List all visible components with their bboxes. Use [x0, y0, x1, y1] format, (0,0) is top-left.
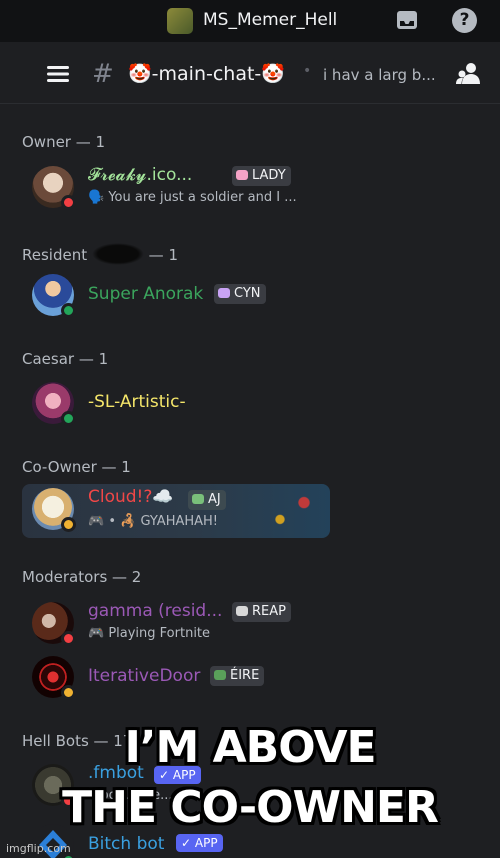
member-status: 🎮 Playing Fortnite [88, 626, 211, 641]
role-tag-label: AJ [208, 492, 221, 507]
status-online-icon [61, 303, 76, 318]
header-separator: • [303, 63, 312, 79]
profile-banner-art [262, 490, 322, 532]
channel-hash-icon: # [92, 59, 114, 89]
role-tag: REAP [232, 602, 291, 622]
member-name: Cloud!?☁️ [88, 487, 174, 507]
section-resident-prefix: Resident [22, 246, 88, 264]
menu-icon[interactable] [47, 66, 69, 82]
section-caesar-title: Caesar — 1 [22, 350, 109, 368]
member-name: gamma (resid... [88, 601, 223, 621]
member-name: 𝓕𝓻𝓮𝓪𝓴𝔂.ico... [88, 165, 193, 185]
status-idle-icon [61, 685, 76, 700]
skull-icon [236, 606, 248, 616]
member-iterativedoor[interactable]: IterativeDoor ÉIRE [22, 652, 332, 704]
help-icon[interactable]: ? [452, 8, 477, 33]
heart-icon [218, 288, 230, 298]
server-icon[interactable] [167, 8, 193, 34]
member-status: 🗣️ You are just a soldier and I ... [88, 190, 297, 205]
role-tag-label: REAP [252, 604, 286, 619]
role-tag-label: ÉIRE [230, 668, 260, 683]
channel-name[interactable]: 🤡-main-chat-🤡 [128, 62, 285, 85]
app-tag: ✓ APP [176, 834, 223, 852]
role-tag: LADY [232, 166, 291, 186]
watermark: imgflip.com [6, 842, 71, 855]
shamrock-icon [214, 670, 226, 680]
member-name: Super Anorak [88, 284, 204, 304]
heart-icon [236, 170, 248, 180]
role-tag-label: CYN [234, 286, 261, 301]
member-name: Bitch bot [88, 834, 165, 854]
section-resident-title: Resident — 1 [22, 243, 178, 265]
section-moderators-title: Moderators — 2 [22, 568, 142, 586]
member-name: -SL-Artistic- [88, 392, 186, 412]
meme-caption-line-2: THE CO-OWNER [62, 782, 439, 833]
role-tag: ÉIRE [210, 666, 265, 686]
server-name[interactable]: MS_Memer_Hell [203, 10, 337, 30]
section-coowner-title: Co-Owner — 1 [22, 458, 131, 476]
section-resident-count: — 1 [148, 246, 178, 264]
role-tag-label: LADY [252, 168, 286, 183]
member-status: 🎮 • 🦂 GYAHAHAH! [88, 514, 219, 529]
section-owner-title: Owner — 1 [22, 133, 106, 151]
member-cloud[interactable]: Cloud!?☁️ AJ 🎮 • 🦂 GYAHAHAH! [22, 484, 330, 538]
leaf-icon [192, 494, 204, 504]
member-sl-artistic[interactable]: -SL-Artistic- [22, 378, 332, 430]
status-dnd-icon [61, 631, 76, 646]
channel-topic[interactable]: i hav a larg b... [323, 66, 436, 84]
role-tag: AJ [188, 490, 226, 510]
status-idle-icon [61, 517, 76, 532]
status-dnd-icon [61, 195, 76, 210]
role-tag: CYN [214, 284, 266, 304]
member-name: IterativeDoor [88, 666, 201, 686]
channel-header: # 🤡-main-chat-🤡 • i hav a larg b... [0, 42, 500, 104]
scribble-redaction [91, 243, 144, 265]
inbox-icon[interactable] [396, 10, 418, 30]
member-gamma[interactable]: gamma (resid... REAP 🎮 Playing Fortnite [22, 598, 332, 650]
members-icon[interactable] [456, 62, 482, 86]
status-online-icon [61, 411, 76, 426]
member-freaky[interactable]: 𝓕𝓻𝓮𝓪𝓴𝔂.ico... LADY 🗣️ You are just a sol… [22, 162, 332, 214]
meme-caption-line-1: I’M ABOVE [124, 722, 376, 773]
server-top-bar: MS_Memer_Hell ? [0, 0, 500, 42]
member-super-anorak[interactable]: Super Anorak CYN [22, 270, 332, 322]
